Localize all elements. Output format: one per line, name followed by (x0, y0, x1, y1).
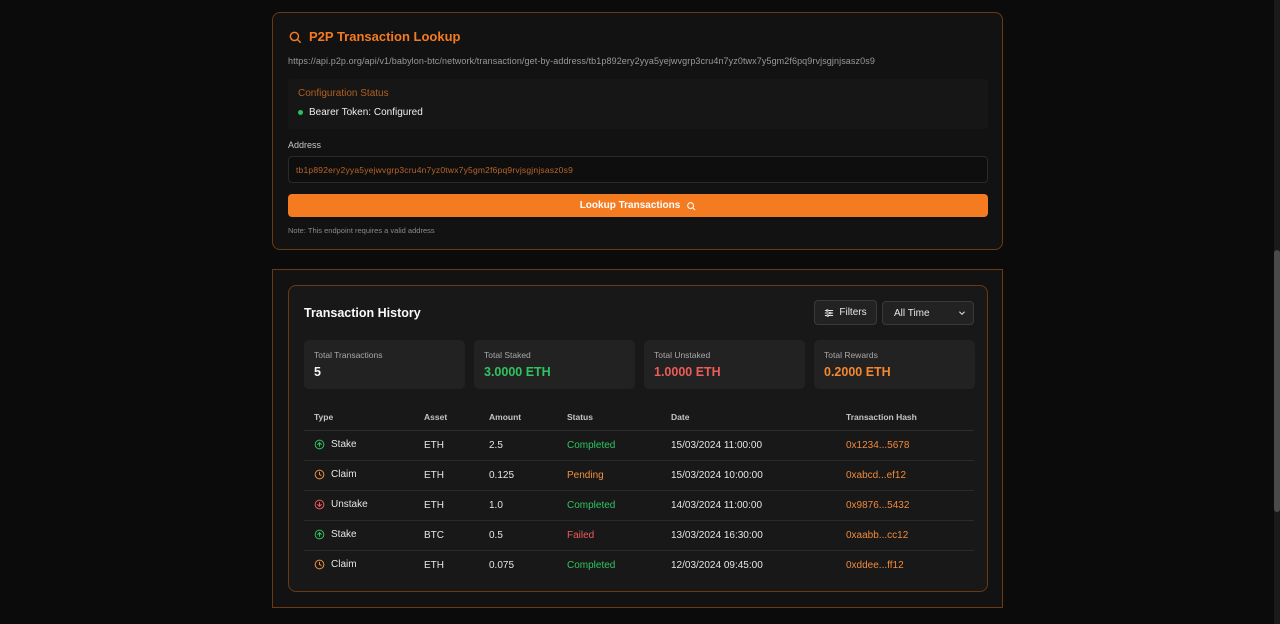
column-header-date: Date (671, 412, 690, 422)
clock-icon (314, 469, 325, 480)
date-cell: 13/03/2024 16:30:00 (671, 530, 763, 541)
transaction-hash-link[interactable]: 0xddee...ff12 (846, 560, 904, 571)
bearer-token-text: Bearer Token: Configured (309, 107, 423, 118)
transaction-history-card: Transaction History Filters All Time Tot… (288, 285, 988, 592)
column-header-status: Status (567, 412, 593, 422)
arrow-up-circle-icon (314, 439, 325, 450)
type-text: Claim (331, 469, 357, 480)
time-range-select[interactable]: All Time (882, 301, 974, 325)
status-cell: Failed (567, 530, 595, 541)
type-cell: Claim (314, 559, 357, 570)
amount-cell: 0.075 (489, 560, 515, 571)
status-dot (298, 110, 303, 115)
filters-button[interactable]: Filters (814, 300, 877, 325)
date-cell: 14/03/2024 11:00:00 (671, 500, 763, 511)
lookup-transactions-button[interactable]: Lookup Transactions (288, 194, 988, 217)
scrollbar-thumb[interactable] (1274, 250, 1280, 512)
status-cell: Completed (567, 500, 616, 511)
column-header-type: Type (314, 412, 334, 422)
type-text: Stake (331, 439, 357, 450)
table-row[interactable]: Claim ETH 0.125 Pending 15/03/2024 10:00… (304, 461, 974, 491)
stat-label: Total Transactions (314, 350, 383, 360)
date-cell: 12/03/2024 09:45:00 (671, 560, 763, 571)
address-input[interactable] (288, 156, 988, 183)
arrow-up-circle-icon (314, 529, 325, 540)
endpoint-note: Note: This endpoint requires a valid add… (288, 226, 435, 235)
amount-cell: 0.125 (489, 470, 515, 481)
status-cell: Completed (567, 560, 616, 571)
column-header-hash: Transaction Hash (846, 412, 917, 422)
table-row[interactable]: Stake ETH 2.5 Completed 15/03/2024 11:00… (304, 431, 974, 461)
type-text: Stake (331, 529, 357, 540)
status-cell: Pending (567, 470, 604, 481)
table-row[interactable]: Unstake ETH 1.0 Completed 14/03/2024 11:… (304, 491, 974, 521)
type-cell: Stake (314, 439, 357, 450)
type-text: Unstake (331, 499, 368, 510)
column-header-asset: Asset (424, 412, 448, 422)
amount-cell: 2.5 (489, 440, 503, 451)
type-cell: Unstake (314, 499, 368, 510)
lookup-title: P2P Transaction Lookup (288, 29, 460, 44)
type-cell: Claim (314, 469, 357, 480)
lookup-panel: P2P Transaction Lookup https://api.p2p.o… (272, 12, 1003, 250)
table-row[interactable]: Claim ETH 0.075 Completed 12/03/2024 09:… (304, 551, 974, 581)
stat-label: Total Staked (484, 350, 531, 360)
endpoint-url: https://api.p2p.org/api/v1/babylon-btc/n… (288, 56, 875, 66)
asset-cell: BTC (424, 530, 444, 541)
history-section: Transaction History Filters All Time Tot… (272, 269, 1003, 608)
lookup-button-label: Lookup Transactions (579, 200, 681, 211)
config-status-box: Configuration Status Bearer Token: Confi… (288, 79, 988, 129)
address-label: Address (288, 140, 322, 150)
transaction-hash-link[interactable]: 0x9876...5432 (846, 500, 909, 511)
asset-cell: ETH (424, 440, 444, 451)
column-header-amount: Amount (489, 412, 522, 422)
stat-total-staked: Total Staked 3.0000 ETH (474, 340, 635, 389)
date-cell: 15/03/2024 10:00:00 (671, 470, 763, 481)
page-scrollbar[interactable] (1274, 0, 1280, 624)
asset-cell: ETH (424, 560, 444, 571)
date-cell: 15/03/2024 11:00:00 (671, 440, 763, 451)
asset-cell: ETH (424, 470, 444, 481)
chevron-down-icon (959, 311, 965, 316)
search-icon (289, 31, 301, 43)
stat-total-transactions: Total Transactions 5 (304, 340, 465, 389)
amount-cell: 0.5 (489, 530, 503, 541)
type-cell: Stake (314, 529, 357, 540)
stat-label: Total Unstaked (654, 350, 711, 360)
lookup-title-text: P2P Transaction Lookup (309, 29, 461, 44)
stat-total-rewards: Total Rewards 0.2000 ETH (814, 340, 975, 389)
history-title: Transaction History (304, 306, 421, 320)
stat-label: Total Rewards (824, 350, 878, 360)
asset-cell: ETH (424, 500, 444, 511)
clock-icon (314, 559, 325, 570)
filters-label: Filters (839, 307, 867, 318)
config-status-title: Configuration Status (298, 88, 389, 99)
stat-value: 1.0000 ETH (654, 365, 721, 379)
type-text: Claim (331, 559, 357, 570)
transaction-hash-link[interactable]: 0xabcd...ef12 (846, 470, 906, 481)
arrow-down-circle-icon (314, 499, 325, 510)
stat-value: 0.2000 ETH (824, 365, 891, 379)
table-header: Type Asset Amount Status Date Transactio… (304, 407, 974, 431)
stat-total-unstaked: Total Unstaked 1.0000 ETH (644, 340, 805, 389)
transaction-hash-link[interactable]: 0x1234...5678 (846, 440, 909, 451)
amount-cell: 1.0 (489, 500, 503, 511)
transaction-hash-link[interactable]: 0xaabb...cc12 (846, 530, 908, 541)
status-cell: Completed (567, 440, 616, 451)
time-range-value: All Time (894, 307, 930, 319)
stat-value: 3.0000 ETH (484, 365, 551, 379)
sliders-icon (825, 308, 834, 317)
bearer-token-status: Bearer Token: Configured (298, 107, 423, 118)
table-row[interactable]: Stake BTC 0.5 Failed 13/03/2024 16:30:00… (304, 521, 974, 551)
search-icon (687, 201, 696, 210)
stat-value: 5 (314, 365, 321, 379)
